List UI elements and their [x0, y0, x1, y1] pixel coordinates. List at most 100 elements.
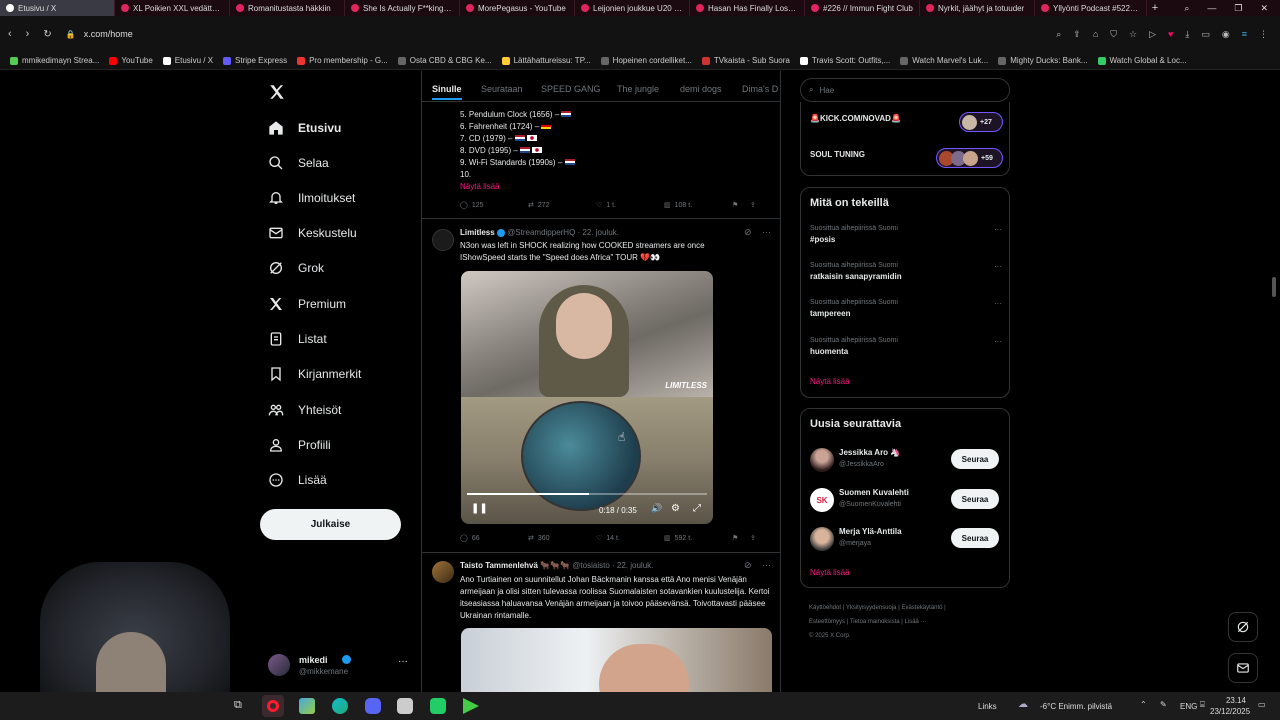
bookmark-button[interactable]: ⚑ — [732, 534, 750, 542]
share-icon[interactable]: ⇪ — [1073, 29, 1081, 40]
messages-float-button[interactable] — [1228, 653, 1258, 683]
nav-lists[interactable]: Listat — [268, 331, 327, 347]
follow-button[interactable]: Seuraa — [951, 449, 999, 469]
download-icon[interactable]: ⤓ — [1185, 29, 1189, 40]
clock[interactable]: 23.14 23/12/2025 — [1210, 695, 1250, 717]
bookmark[interactable]: Hopeinen cordelliket... — [600, 56, 692, 65]
follow-suggestion[interactable]: Merja Ylä-Anttila @merjaya Seuraa — [801, 525, 1011, 553]
footer-link[interactable]: Tietoa mainoksista — [850, 619, 900, 625]
minimize-icon[interactable]: — — [1207, 0, 1216, 16]
footer-link[interactable]: Käyttöehdot — [809, 605, 841, 611]
share-button[interactable]: ⇪ — [750, 534, 756, 542]
reply-button[interactable]: ◯ 66 — [460, 534, 528, 543]
volume-icon[interactable]: 🔊 — [651, 503, 662, 514]
browser-tab[interactable]: MorePegasus - YouTube — [460, 0, 575, 16]
menu-icon[interactable]: ⋮ — [1259, 29, 1268, 40]
more-icon[interactable]: ··· — [994, 299, 1002, 308]
bookmark[interactable]: YouTube — [109, 56, 153, 65]
bookmark[interactable]: Travis Scott: Outfits,... — [799, 56, 890, 65]
footer-link[interactable]: Lisää ··· — [905, 619, 927, 625]
wallet-icon[interactable]: ▭ — [1201, 29, 1210, 40]
bookmark[interactable]: mmikedimayn Strea... — [10, 56, 99, 65]
task-view-icon[interactable]: ⧉ — [234, 699, 242, 712]
space-item[interactable]: 🚨KICK.COM/NOVAD🚨 — [810, 114, 901, 123]
like-button[interactable]: ♡ 14 t. — [596, 534, 664, 543]
bookmark-button[interactable]: ⚑ — [732, 201, 750, 209]
files-app-icon[interactable] — [299, 698, 315, 714]
bookmark[interactable]: Mighty Ducks: Bank... — [998, 56, 1088, 65]
browser-tab[interactable]: Romanitustasta häkkiin — [230, 0, 345, 16]
close-icon[interactable]: ✕ — [1260, 0, 1268, 16]
browser-tab[interactable]: Leijonien joukkue U20 MM — [575, 0, 690, 16]
footer-link[interactable]: Yksityisyydensuoja — [846, 605, 897, 611]
reload-icon[interactable]: ↻ — [43, 29, 51, 40]
tray-chevron-icon[interactable]: ⌃ — [1140, 700, 1147, 709]
bookmark[interactable]: Watch Marvel's Luk... — [900, 56, 988, 65]
nav-notifications[interactable]: Ilmoitukset — [268, 190, 355, 206]
nav-grok[interactable]: Grok — [268, 260, 324, 276]
footer-link[interactable]: Evästekäytäntö — [901, 605, 942, 611]
notification-icon[interactable]: ▭ — [1258, 700, 1266, 709]
follow-suggestion[interactable]: Jessikka Aro 🦄 @JessikkaAro Seuraa — [801, 446, 1011, 474]
nav-profile[interactable]: Profiili — [268, 437, 331, 453]
tab-following[interactable]: Seurataan — [481, 84, 523, 94]
bookmark[interactable]: Osta CBD & CBG Ke... — [397, 56, 492, 65]
discord-app-icon[interactable] — [365, 698, 381, 714]
nav-explore[interactable]: Selaa — [268, 155, 329, 171]
more-icon[interactable]: ··· — [994, 225, 1002, 234]
follow-button[interactable]: Seuraa — [951, 489, 999, 509]
browser-tab[interactable]: She Is Actually F**king De — [345, 0, 460, 16]
trend-item[interactable]: Suosittua aihepiirissä Suomi tampereen ·… — [810, 299, 1002, 318]
pause-icon[interactable]: ❚❚ — [471, 503, 488, 514]
browser-tab[interactable]: XL Poikien XXL vedättämi — [115, 0, 230, 16]
more-icon[interactable]: ··· — [994, 337, 1002, 346]
bookmark[interactable]: Watch Global & Loc... — [1097, 56, 1187, 65]
tab-list[interactable]: Dima's D — [742, 84, 778, 94]
video-player[interactable]: LIMITLESS ❚❚ 0:18 / 0:35 🔊 ⚙ ⤢ — [461, 271, 713, 524]
back-icon[interactable]: ‹ — [8, 28, 12, 40]
bookmark[interactable]: Etusivu / X — [162, 56, 213, 65]
url-field[interactable]: x.com/home — [84, 29, 133, 39]
views-button[interactable]: ▥ 592 t. — [664, 534, 732, 543]
search-box[interactable]: ⌕ Hae — [800, 78, 1010, 102]
more-icon[interactable]: ··· — [762, 560, 771, 570]
nav-bookmarks[interactable]: Kirjanmerkit — [268, 366, 361, 382]
browser-tab[interactable]: Etusivu / X — [0, 0, 115, 16]
post-button[interactable]: Julkaise — [260, 509, 401, 540]
video-progress-track[interactable] — [467, 493, 707, 495]
sidebar-icon[interactable]: ≡ — [1242, 29, 1247, 40]
trend-item[interactable]: Suosittua aihepiirissä Suomi ratkaisin s… — [810, 262, 1002, 281]
like-button[interactable]: ♡ 1 t. — [596, 201, 664, 210]
browser-tab[interactable]: Yllyönti Podcast #522, Ic — [1035, 0, 1147, 16]
tab-for-you[interactable]: Sinulle — [432, 84, 462, 94]
show-more-link[interactable]: Näytä lisää — [810, 377, 850, 386]
grok-icon[interactable]: ⊘ — [744, 227, 752, 238]
nav-communities[interactable]: Yhteisöt — [268, 402, 341, 418]
share-button[interactable]: ⇪ — [750, 201, 756, 209]
post-avatar[interactable] — [432, 229, 454, 251]
app-icon[interactable] — [397, 698, 413, 714]
show-more-link[interactable]: Näytä lisää — [810, 568, 850, 577]
views-button[interactable]: ▥ 108 t. — [664, 201, 732, 210]
star-icon[interactable]: ☆ — [1129, 29, 1137, 40]
nav-more[interactable]: Lisää — [268, 472, 327, 488]
footer-link[interactable]: Esteettömyys — [809, 619, 845, 625]
network-icon[interactable]: ⌸ — [1200, 700, 1205, 710]
weather-text[interactable]: -6°C Enimm. pilvistä — [1040, 702, 1112, 711]
fullscreen-icon[interactable]: ⤢ — [693, 503, 701, 514]
x-logo-icon[interactable] — [268, 83, 286, 101]
search-icon[interactable]: ⌕ — [1056, 29, 1061, 40]
forward-icon[interactable]: › — [26, 28, 30, 40]
browser-tab[interactable]: #226 // Immun Fight Club — [805, 0, 920, 16]
home-icon[interactable]: ⌂ — [1093, 29, 1098, 40]
repost-button[interactable]: ⇄ 360 — [528, 534, 596, 543]
nav-home[interactable]: Etusivu — [268, 120, 341, 136]
more-icon[interactable]: ··· — [398, 656, 408, 667]
nav-messages[interactable]: Keskustelu — [268, 225, 357, 241]
shield-icon[interactable]: ⛉ — [1110, 29, 1117, 40]
language-indicator[interactable]: ENG — [1180, 702, 1197, 711]
bookmark[interactable]: Pro membership - G... — [297, 56, 388, 65]
tab-list[interactable]: demi dogs — [680, 84, 722, 94]
pen-icon[interactable]: ✎ — [1160, 700, 1167, 709]
browser-tab[interactable]: Hasan Has Finally Lost His M — [690, 0, 805, 16]
